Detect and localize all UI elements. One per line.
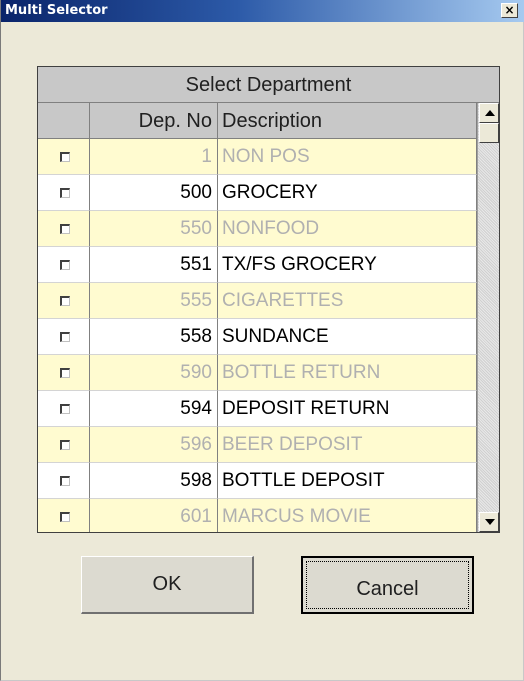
row-checkbox-cell xyxy=(38,427,90,463)
row-checkbox[interactable] xyxy=(60,296,70,306)
table-row[interactable]: 594 DEPOSIT RETURN xyxy=(38,391,477,427)
description-cell: TX/FS GROCERY xyxy=(218,247,477,283)
row-checkbox-cell xyxy=(38,391,90,427)
arrow-up-icon xyxy=(485,110,495,116)
description-cell: MARCUS MOVIE xyxy=(218,499,477,532)
row-checkbox[interactable] xyxy=(60,368,70,378)
dep-no-cell: 500 xyxy=(90,175,218,211)
dep-no-cell: 555 xyxy=(90,283,218,319)
ok-button-label: OK xyxy=(152,573,182,595)
close-button[interactable]: × xyxy=(501,3,518,18)
description-cell: DEPOSIT RETURN xyxy=(218,391,477,427)
scroll-up-button[interactable] xyxy=(479,103,499,123)
row-checkbox-cell xyxy=(38,355,90,391)
dep-no-cell: 558 xyxy=(90,319,218,355)
description-cell: CIGARETTES xyxy=(218,283,477,319)
table-row[interactable]: 550 NONFOOD xyxy=(38,211,477,247)
dep-no-cell: 601 xyxy=(90,499,218,532)
row-checkbox[interactable] xyxy=(60,476,70,486)
table-row[interactable]: 558 SUNDANCE xyxy=(38,319,477,355)
row-checkbox[interactable] xyxy=(60,404,70,414)
table-row[interactable]: 1 NON POS xyxy=(38,139,477,175)
table-row[interactable]: 601 MARCUS MOVIE xyxy=(38,499,477,532)
table-row[interactable]: 596 BEER DEPOSIT xyxy=(38,427,477,463)
grid-title: Select Department xyxy=(38,67,499,103)
multi-selector-window: Multi Selector × Select Department Dep. … xyxy=(0,0,524,681)
table-row[interactable]: 555 CIGARETTES xyxy=(38,283,477,319)
row-checkbox-cell xyxy=(38,247,90,283)
description-cell: NON POS xyxy=(218,139,477,175)
description-cell: BEER DEPOSIT xyxy=(218,427,477,463)
cancel-button[interactable]: Cancel xyxy=(301,556,474,614)
window-title: Multi Selector xyxy=(5,3,108,18)
ok-button[interactable]: OK xyxy=(81,556,254,614)
table-row[interactable]: 598 BOTTLE DEPOSIT xyxy=(38,463,477,499)
row-checkbox[interactable] xyxy=(60,188,70,198)
scroll-down-button[interactable] xyxy=(479,512,499,532)
description-cell: SUNDANCE xyxy=(218,319,477,355)
table-row[interactable]: 551 TX/FS GROCERY xyxy=(38,247,477,283)
dep-no-cell: 596 xyxy=(90,427,218,463)
dep-no-cell: 590 xyxy=(90,355,218,391)
column-header-description[interactable]: Description xyxy=(218,103,477,139)
row-checkbox[interactable] xyxy=(60,152,70,162)
table-row[interactable]: 590 BOTTLE RETURN xyxy=(38,355,477,391)
cancel-button-label: Cancel xyxy=(356,578,419,600)
dep-no-cell: 551 xyxy=(90,247,218,283)
scroll-thumb[interactable] xyxy=(479,123,499,143)
row-checkbox[interactable] xyxy=(60,224,70,234)
row-checkbox[interactable] xyxy=(60,332,70,342)
row-checkbox-cell xyxy=(38,139,90,175)
focus-rectangle: Cancel xyxy=(306,561,469,609)
column-headers: Dep. No Description xyxy=(38,103,477,139)
grid-rows: 1 NON POS 500 GROCERY 550 NONFOOD 551 TX/FS GRO… xyxy=(38,139,477,532)
row-checkbox[interactable] xyxy=(60,260,70,270)
dep-no-cell: 1 xyxy=(90,139,218,175)
description-cell: BOTTLE DEPOSIT xyxy=(218,463,477,499)
row-checkbox-cell xyxy=(38,175,90,211)
row-checkbox-cell xyxy=(38,283,90,319)
row-checkbox-cell xyxy=(38,211,90,247)
row-checkbox[interactable] xyxy=(60,512,70,522)
column-header-dep-no[interactable]: Dep. No xyxy=(90,103,218,139)
row-checkbox-cell xyxy=(38,499,90,532)
row-checkbox-cell xyxy=(38,463,90,499)
table-row[interactable]: 500 GROCERY xyxy=(38,175,477,211)
column-header-check[interactable] xyxy=(38,103,90,139)
description-cell: NONFOOD xyxy=(218,211,477,247)
close-icon: × xyxy=(504,3,515,17)
arrow-down-icon xyxy=(485,519,495,525)
dep-no-cell: 550 xyxy=(90,211,218,247)
department-grid: Select Department Dep. No Description 1N… xyxy=(37,66,500,533)
dep-no-cell: 594 xyxy=(90,391,218,427)
dep-no-cell: 598 xyxy=(90,463,218,499)
description-cell: BOTTLE RETURN xyxy=(218,355,477,391)
row-checkbox[interactable] xyxy=(60,440,70,450)
description-cell: GROCERY xyxy=(218,175,477,211)
title-bar[interactable]: Multi Selector × xyxy=(1,0,524,22)
vertical-scrollbar[interactable] xyxy=(477,103,499,532)
row-checkbox-cell xyxy=(38,319,90,355)
